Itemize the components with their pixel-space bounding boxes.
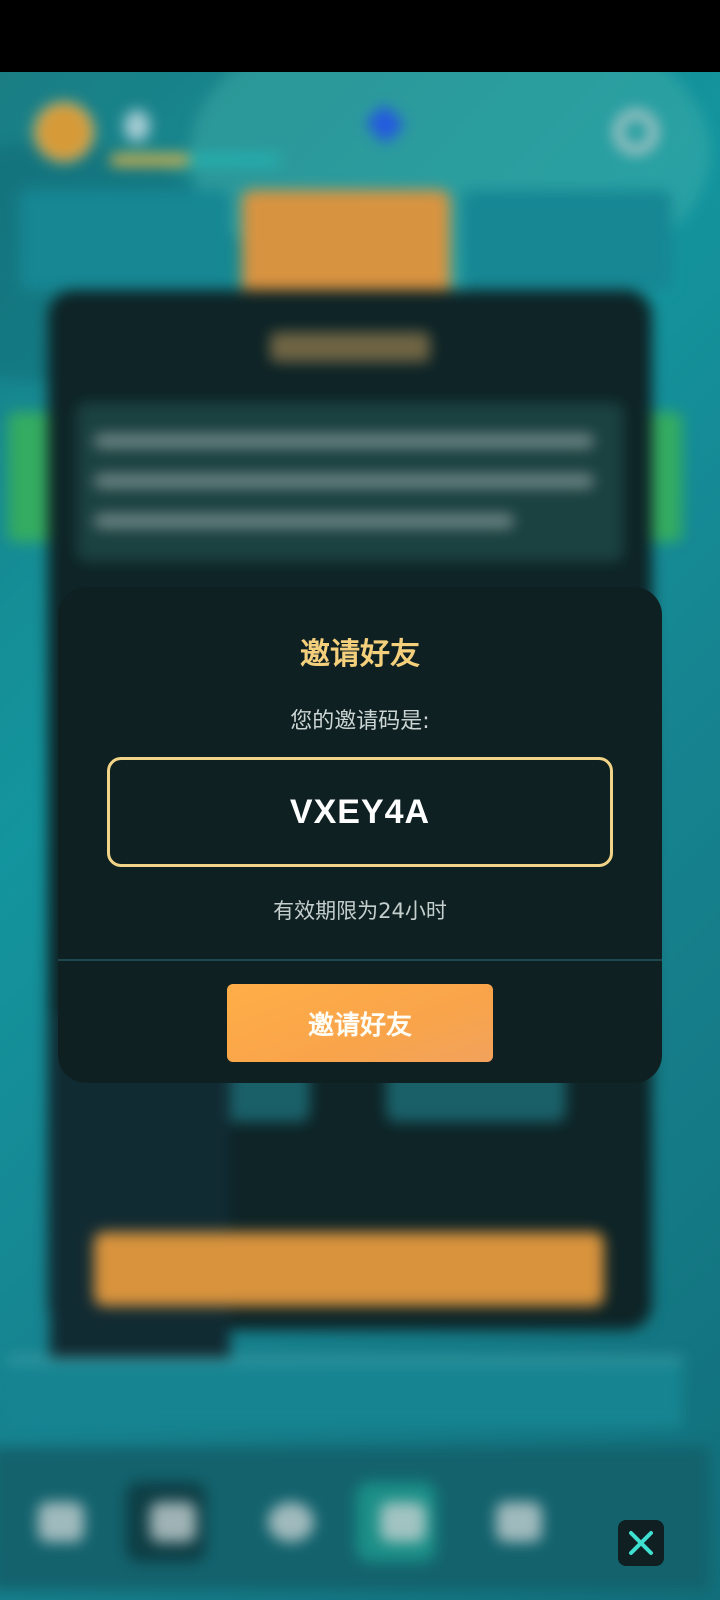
dialog-title: 邀请好友 — [300, 637, 420, 672]
invite-friend-button-label: 邀请好友 — [307, 1010, 412, 1041]
invite-code-label: 您的邀请码是: — [290, 709, 430, 734]
validity-text: 有效期限为24小时 — [273, 899, 447, 923]
invite-friend-dialog: 邀请好友 您的邀请码是: VXEY4A 有效期限为24小时 邀请好友 — [58, 587, 662, 1083]
invite-friend-button[interactable]: 邀请好友 — [227, 984, 493, 1062]
status-bar — [0, 0, 720, 72]
close-icon — [629, 1531, 653, 1555]
dialog-divider — [58, 959, 662, 961]
close-button[interactable] — [618, 1520, 664, 1566]
invite-code-box[interactable]: VXEY4A — [107, 757, 613, 867]
invite-code-value[interactable]: VXEY4A — [290, 793, 430, 832]
